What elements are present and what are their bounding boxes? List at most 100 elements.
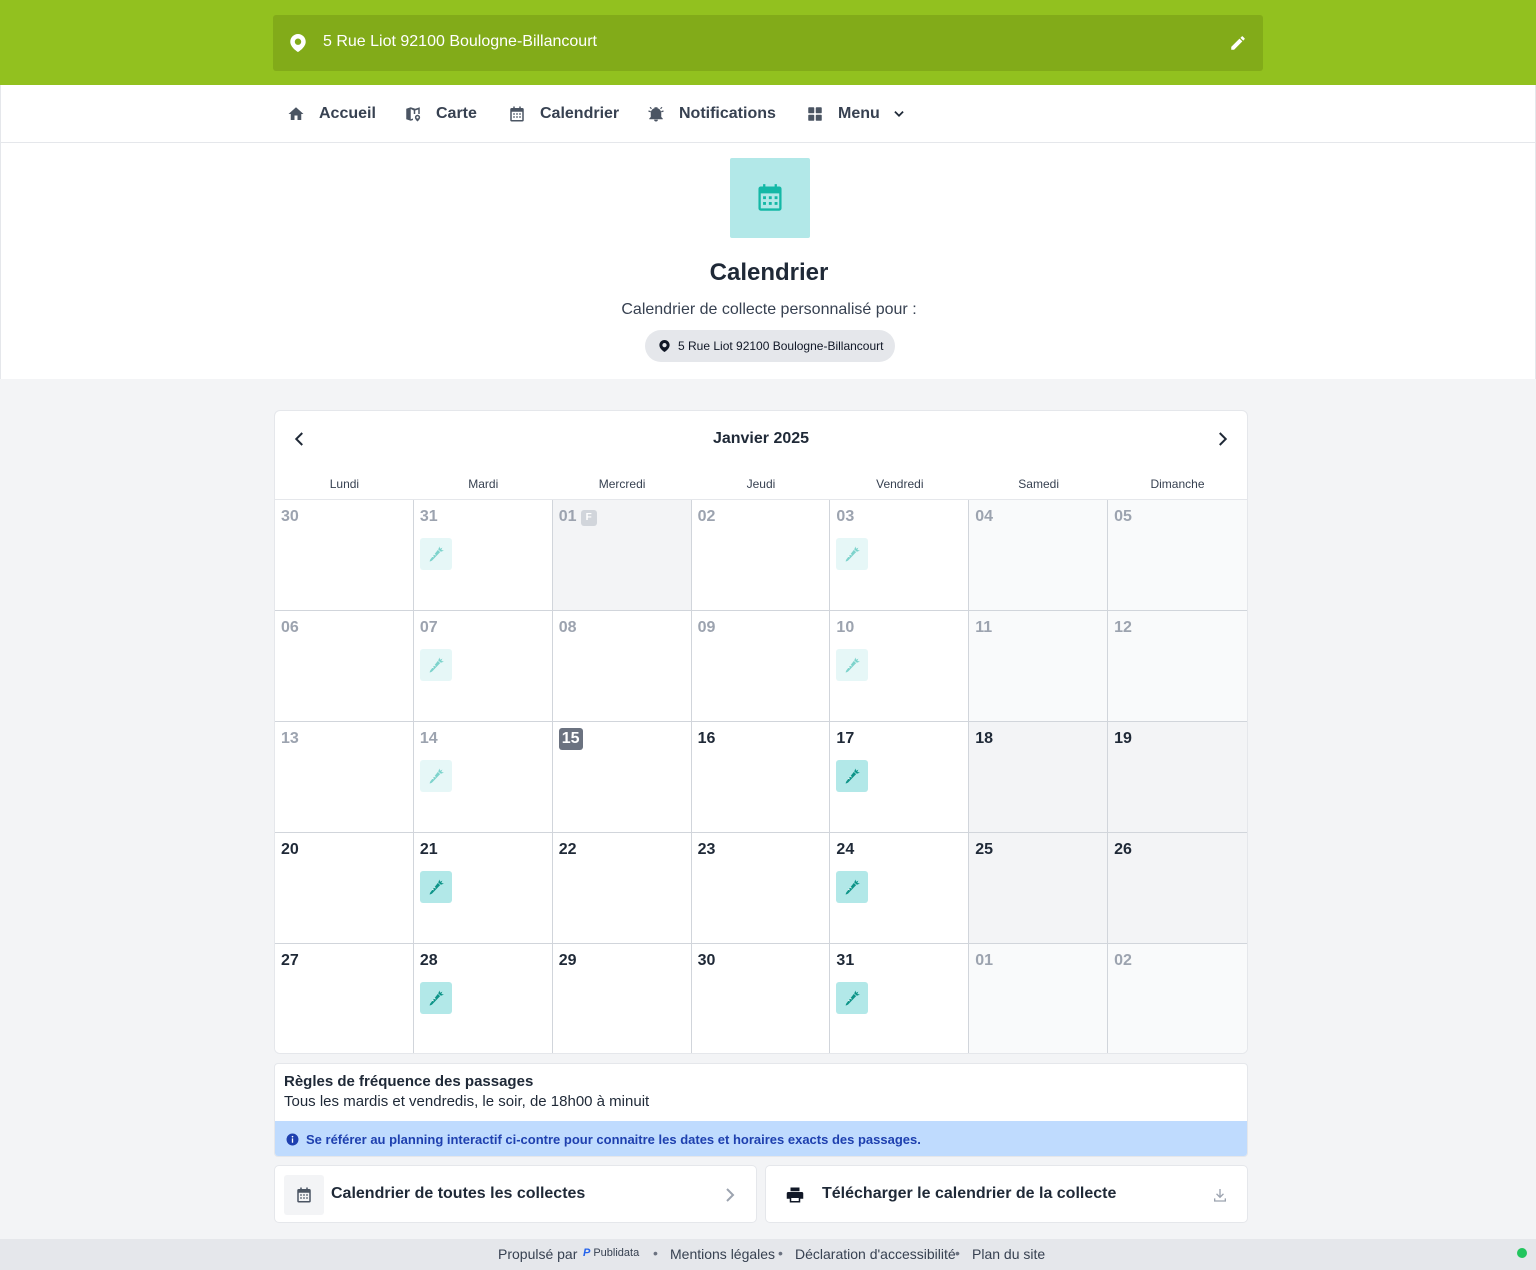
day-number: 21 bbox=[419, 841, 438, 858]
calendar-icon bbox=[284, 1175, 324, 1215]
download-calendar-button[interactable]: Télécharger le calendrier de la collecte bbox=[765, 1165, 1248, 1223]
day-number: 11 bbox=[975, 619, 993, 636]
address-chip: 5 Rue Liot 92100 Boulogne-Billancourt bbox=[645, 330, 895, 362]
nav-item-menu[interactable]: Menu bbox=[806, 85, 906, 143]
calendar-day-cell[interactable]: 31 bbox=[413, 500, 553, 611]
biowaste-pickup-icon[interactable] bbox=[836, 538, 869, 570]
map-icon bbox=[406, 107, 421, 122]
biowaste-pickup-icon[interactable] bbox=[419, 982, 452, 1014]
biowaste-pickup-icon[interactable] bbox=[419, 649, 452, 681]
calendar-day-cell[interactable]: 18 bbox=[969, 722, 1109, 833]
day-number: 22 bbox=[558, 841, 577, 858]
chevron-down-icon bbox=[894, 111, 904, 117]
nav-item-notifications[interactable]: Notifications bbox=[647, 85, 776, 143]
address-chip-text: 5 Rue Liot 92100 Boulogne-Billancourt bbox=[678, 339, 884, 353]
day-number: 07 bbox=[419, 619, 438, 636]
sitemap-link[interactable]: Plan du site bbox=[972, 1246, 1045, 1262]
calendar-day-cell[interactable]: 11 bbox=[969, 611, 1109, 722]
calendar-day-cell[interactable]: 04 bbox=[969, 500, 1109, 611]
day-number: 10 bbox=[836, 619, 855, 636]
biowaste-pickup-icon[interactable] bbox=[836, 871, 869, 903]
calendar-day-cell[interactable]: 31 bbox=[830, 944, 970, 1053]
calendar-day-cell[interactable]: 27 bbox=[275, 944, 414, 1053]
calendar-day-cell[interactable]: 16 bbox=[691, 722, 831, 833]
biowaste-pickup-icon[interactable] bbox=[419, 871, 452, 903]
day-number: 27 bbox=[281, 952, 299, 969]
day-number: 24 bbox=[836, 841, 855, 858]
separator: • bbox=[955, 1245, 960, 1261]
pencil-icon[interactable] bbox=[1229, 34, 1247, 52]
day-number: 28 bbox=[419, 952, 438, 969]
calendar-day-cell[interactable]: 08 bbox=[552, 611, 692, 722]
nav-label: Accueil bbox=[319, 105, 376, 122]
calendar-day-cell[interactable]: 25 bbox=[969, 833, 1109, 944]
calendar-day-cell[interactable]: 13 bbox=[275, 722, 414, 833]
nav-label: Calendrier bbox=[540, 105, 620, 122]
address-box[interactable]: 5 Rue Liot 92100 Boulogne-Billancourt bbox=[273, 15, 1263, 71]
calendar-day-cell[interactable]: 02 bbox=[691, 500, 831, 611]
publidata-logo[interactable]: P Publidata bbox=[583, 1247, 639, 1259]
biowaste-pickup-icon[interactable] bbox=[836, 982, 869, 1014]
legal-link[interactable]: Mentions légales bbox=[670, 1246, 775, 1262]
day-number: 14 bbox=[419, 730, 438, 747]
chevron-right-icon[interactable] bbox=[1213, 429, 1231, 449]
chevron-right-icon bbox=[726, 1188, 735, 1202]
day-number: 16 bbox=[697, 730, 716, 747]
calendar-day-cell[interactable]: 17 bbox=[830, 722, 970, 833]
separator: • bbox=[653, 1245, 658, 1261]
nav-item-calendrier[interactable]: Calendrier bbox=[508, 85, 619, 143]
biowaste-pickup-icon[interactable] bbox=[836, 760, 869, 792]
day-number: 23 bbox=[697, 841, 716, 858]
calendar-day-cell[interactable]: 30 bbox=[275, 500, 414, 611]
calendar-day-cell[interactable]: 26 bbox=[1108, 833, 1247, 944]
day-number: 12 bbox=[1114, 619, 1132, 636]
grid-icon bbox=[808, 107, 822, 121]
day-number: 03 bbox=[836, 508, 855, 525]
weekday-row: Lundi Mardi Mercredi Jeudi Vendredi Same… bbox=[275, 477, 1247, 499]
status-indicator bbox=[1517, 1248, 1527, 1258]
collection-calendar: Janvier 2025 Lundi Mardi Mercredi Jeudi … bbox=[274, 410, 1248, 1054]
biowaste-pickup-icon[interactable] bbox=[419, 538, 452, 570]
calendar-hero-icon bbox=[730, 158, 810, 238]
calendar-day-cell[interactable]: 07 bbox=[413, 611, 553, 722]
day-number: 05 bbox=[1114, 508, 1132, 525]
calendar-day-cell[interactable]: 15 bbox=[552, 722, 692, 833]
all-collections-calendar-link[interactable]: Calendrier de toutes les collectes bbox=[274, 1165, 757, 1223]
day-number: 01 bbox=[975, 952, 994, 969]
nav-item-accueil[interactable]: Accueil bbox=[287, 85, 376, 143]
weekday-label: Samedi bbox=[1018, 477, 1059, 491]
weekday-label: Vendredi bbox=[876, 477, 924, 491]
footer: Propulsé par P Publidata • Mentions légal… bbox=[0, 1239, 1536, 1270]
calendar-day-cell[interactable]: 12 bbox=[1108, 611, 1247, 722]
calendar-day-cell[interactable]: 30 bbox=[691, 944, 831, 1053]
calendar-day-cell[interactable]: 10 bbox=[830, 611, 970, 722]
calendar-day-cell[interactable]: 22 bbox=[552, 833, 692, 944]
biowaste-pickup-icon[interactable] bbox=[419, 760, 452, 792]
calendar-day-cell[interactable]: 21 bbox=[413, 833, 553, 944]
calendar-day-cell[interactable]: 28 bbox=[413, 944, 553, 1053]
calendar-grid: 30 31 01 F 02 03 04 05 06 07 08 09 10 11 12 13 14 15 16 17 1… bbox=[275, 499, 1247, 1053]
calendar-day-cell[interactable]: 20 bbox=[275, 833, 414, 944]
day-number: 31 bbox=[419, 508, 438, 525]
calendar-day-cell[interactable]: 23 bbox=[691, 833, 831, 944]
nav-label: Notifications bbox=[679, 105, 776, 122]
calendar-day-cell[interactable]: 05 bbox=[1108, 500, 1247, 611]
calendar-day-cell[interactable]: 01 F bbox=[552, 500, 692, 611]
calendar-day-cell[interactable]: 09 bbox=[691, 611, 831, 722]
nav-item-carte[interactable]: Carte bbox=[404, 85, 477, 143]
calendar-day-cell[interactable]: 03 bbox=[830, 500, 970, 611]
info-text: Se référer au planning interactif ci-con… bbox=[306, 1131, 921, 1147]
calendar-day-cell[interactable]: 29 bbox=[552, 944, 692, 1053]
biowaste-pickup-icon[interactable] bbox=[836, 649, 869, 681]
calendar-day-cell[interactable]: 06 bbox=[275, 611, 414, 722]
calendar-day-cell[interactable]: 02 bbox=[1108, 944, 1247, 1053]
calendar-day-cell[interactable]: 14 bbox=[413, 722, 553, 833]
page-title: Calendrier bbox=[709, 259, 829, 286]
main-nav: Accueil Carte Calendrier Notifications M… bbox=[0, 85, 1536, 143]
accessibility-link[interactable]: Déclaration d'accessibilité bbox=[795, 1246, 956, 1262]
calendar-day-cell[interactable]: 24 bbox=[830, 833, 970, 944]
calendar-day-cell[interactable]: 19 bbox=[1108, 722, 1247, 833]
calendar-day-cell[interactable]: 01 bbox=[969, 944, 1109, 1053]
rules-text: Tous les mardis et vendredis, le soir, d… bbox=[284, 1093, 650, 1110]
calendar-icon bbox=[510, 106, 524, 122]
